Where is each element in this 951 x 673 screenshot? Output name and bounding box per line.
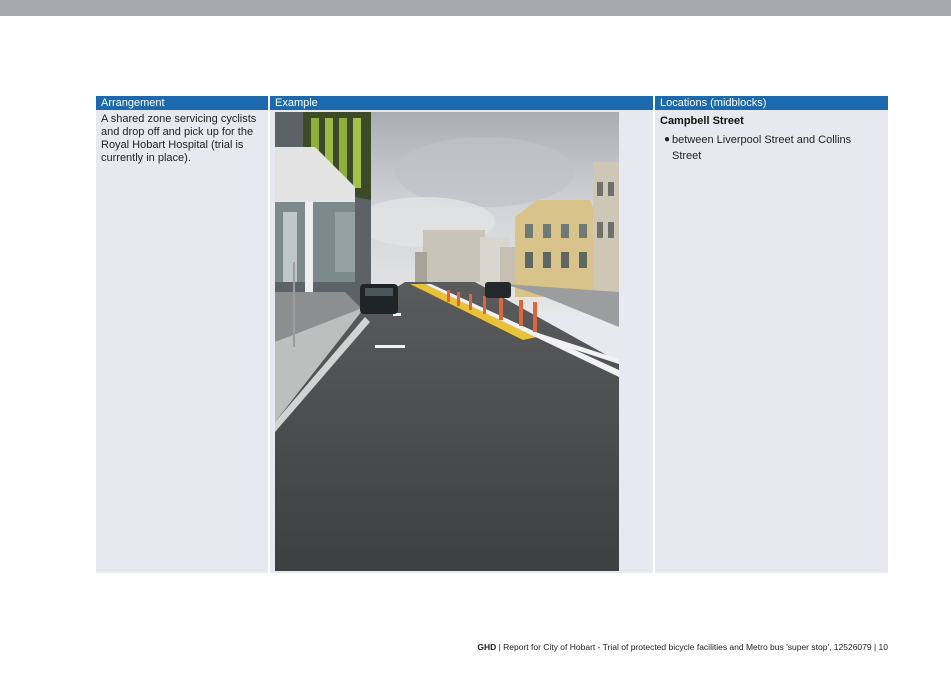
example-header: Example [270,96,653,110]
footer-brand: GHD [477,642,497,652]
arrangement-description: A shared zone servicing cyclists and dro… [101,113,257,164]
arrangement-column: Arrangement A shared zone servicing cycl… [96,96,268,573]
bullet-icon: ● [664,134,671,145]
list-item: ● between Liverpool Street and Collins S… [664,132,874,164]
street-photo [275,112,619,571]
arrangement-table: Arrangement A shared zone servicing cycl… [96,96,888,573]
example-column: Example [270,96,653,573]
location-item-text: between Liverpool Street and Collins Str… [672,134,852,162]
footer-text: | Report for City of Hobart - Trial of p… [496,642,888,652]
arrangement-header: Arrangement [96,96,268,110]
location-list: ● between Liverpool Street and Collins S… [655,132,888,164]
locations-header: Locations (midblocks) [655,96,888,110]
page-footer: GHD | Report for City of Hobart - Trial … [477,642,888,652]
locations-column: Locations (midblocks) Campbell Street ● … [655,96,888,573]
top-bar [0,0,951,16]
location-street-name: Campbell Street [660,115,744,127]
